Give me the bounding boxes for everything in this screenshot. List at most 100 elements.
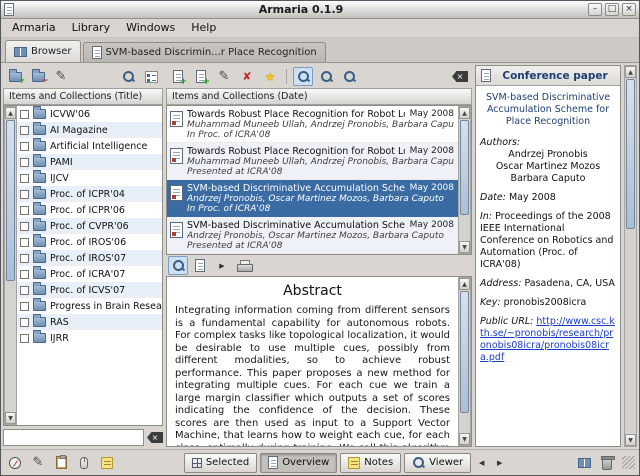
collection-row[interactable]: ICVW'06: [17, 106, 162, 122]
notes-view-button[interactable]: Notes: [340, 452, 402, 473]
abstract-view-button[interactable]: [168, 256, 188, 275]
scroll-up-button[interactable]: ▲: [459, 107, 470, 119]
collection-checkbox[interactable]: [20, 269, 29, 279]
menu-help[interactable]: Help: [183, 19, 224, 37]
overview-view-button[interactable]: Overview: [260, 452, 338, 473]
menu-armaria[interactable]: Armaria: [4, 19, 64, 37]
collection-row[interactable]: Proc. of ICRA'07: [17, 266, 162, 282]
library-button[interactable]: [574, 453, 594, 472]
print-button[interactable]: [234, 256, 254, 275]
collection-checkbox[interactable]: [20, 285, 29, 295]
collection-checkbox[interactable]: [20, 189, 29, 199]
item-date: May 2008: [409, 183, 454, 193]
scroll-track[interactable]: [459, 290, 470, 433]
items-column-header[interactable]: Items and Collections (Date): [166, 88, 472, 105]
scroll-up-button[interactable]: ▲: [625, 66, 636, 78]
scroll-up-button[interactable]: ▲: [5, 107, 16, 119]
scroll-down-button[interactable]: ▼: [459, 241, 470, 253]
favorite-button[interactable]: ★: [260, 67, 280, 86]
nav-left-button[interactable]: ◀: [474, 455, 489, 471]
maximize-button[interactable]: □: [605, 3, 619, 16]
edit-item-button[interactable]: ✎: [214, 67, 234, 86]
edit-tool-button[interactable]: ✎: [28, 453, 48, 472]
selected-view-button[interactable]: Selected: [183, 452, 258, 473]
resize-grip[interactable]: [622, 456, 635, 469]
minimize-button[interactable]: –: [588, 3, 602, 16]
item-row[interactable]: SVM-based Discriminative Accumulation Sc…: [167, 217, 458, 254]
collection-checkbox[interactable]: [20, 317, 29, 327]
collection-checkbox[interactable]: [20, 237, 29, 247]
filter-columns-button[interactable]: [141, 67, 161, 86]
author-name: Andrzej Pronobis: [508, 149, 588, 160]
tab-browser[interactable]: Browser: [5, 40, 81, 62]
search-mode-button[interactable]: [293, 67, 313, 86]
clipboard-tool-button[interactable]: [51, 453, 71, 472]
item-row-selected[interactable]: SVM-based Discriminative Accumulation Sc…: [167, 180, 458, 217]
collection-checkbox[interactable]: [20, 333, 29, 343]
scroll-track[interactable]: [5, 119, 16, 412]
trash-button[interactable]: [597, 453, 617, 472]
scroll-thumb[interactable]: [626, 79, 635, 229]
tab-document[interactable]: SVM-based Discrimin...r Place Recognitio…: [82, 42, 326, 62]
delete-item-button[interactable]: ✘: [237, 67, 257, 86]
collection-row[interactable]: Progress in Brain Research: [17, 298, 162, 314]
collection-checkbox[interactable]: [20, 173, 29, 183]
collection-row[interactable]: Proc. of IROS'06: [17, 234, 162, 250]
item-row[interactable]: Towards Robust Place Recognition for Rob…: [167, 106, 458, 143]
collection-row[interactable]: Proc. of ICVS'07: [17, 282, 162, 298]
collection-checkbox[interactable]: [20, 253, 29, 263]
collection-row[interactable]: AI Magazine: [17, 122, 162, 138]
remove-collection-button[interactable]: −: [28, 67, 49, 86]
collections-filter-input[interactable]: [3, 429, 144, 446]
collection-row[interactable]: Proc. of IROS'07: [17, 250, 162, 266]
notes-view-button[interactable]: [190, 256, 210, 275]
scroll-down-button[interactable]: ▼: [5, 412, 16, 424]
mouse-tool-button[interactable]: [74, 453, 94, 472]
collection-checkbox[interactable]: [20, 125, 29, 135]
nav-right-button[interactable]: ▶: [492, 455, 507, 471]
collection-row[interactable]: Proc. of ICPR'04: [17, 186, 162, 202]
collection-checkbox[interactable]: [20, 109, 29, 119]
search-collections-button[interactable]: [118, 67, 138, 86]
add-collection-button[interactable]: +: [5, 67, 26, 86]
scroll-down-button[interactable]: ▼: [625, 434, 636, 446]
collection-row[interactable]: Proc. of ICPR'06: [17, 202, 162, 218]
filter-search-button[interactable]: [339, 67, 359, 86]
collection-row[interactable]: PAMI: [17, 154, 162, 170]
item-row[interactable]: Towards Robust Place Recognition for Rob…: [167, 143, 458, 180]
scroll-thumb[interactable]: [460, 120, 469, 216]
close-button[interactable]: ×: [622, 3, 636, 16]
collection-row[interactable]: RAS: [17, 314, 162, 330]
scroll-thumb[interactable]: [460, 291, 469, 413]
collection-checkbox[interactable]: [20, 301, 29, 311]
scroll-track[interactable]: [625, 78, 636, 434]
advanced-search-button[interactable]: [316, 67, 336, 86]
collection-row[interactable]: IJCV: [17, 170, 162, 186]
scroll-up-button[interactable]: ▲: [459, 278, 470, 290]
scroll-down-button[interactable]: ▼: [459, 433, 470, 445]
items-listwrap: Towards Robust Place Recognition for Rob…: [166, 105, 472, 255]
scroll-thumb[interactable]: [6, 120, 15, 282]
collection-row[interactable]: Proc. of CVPR'06: [17, 218, 162, 234]
collection-checkbox[interactable]: [20, 205, 29, 215]
collection-checkbox[interactable]: [20, 157, 29, 167]
clear-search-button[interactable]: ×: [450, 67, 470, 86]
collection-row[interactable]: Artificial Intelligence: [17, 138, 162, 154]
item-date: May 2008: [409, 109, 454, 119]
scroll-track[interactable]: [459, 119, 470, 241]
add-to-collection-button[interactable]: +: [191, 67, 211, 87]
collection-checkbox[interactable]: [20, 141, 29, 151]
collection-checkbox[interactable]: [20, 221, 29, 231]
collections-column-header[interactable]: Items and Collections (Title): [3, 88, 163, 105]
clear-filter-icon[interactable]: ×: [147, 432, 163, 443]
menu-library[interactable]: Library: [64, 19, 118, 37]
compass-tool-button[interactable]: [5, 453, 25, 472]
collection-label: ICVW'06: [50, 108, 91, 120]
new-item-button[interactable]: +: [168, 67, 188, 87]
viewer-view-button[interactable]: Viewer: [404, 452, 472, 473]
menu-windows[interactable]: Windows: [118, 19, 183, 37]
note-tool-button[interactable]: [97, 453, 117, 472]
edit-collection-button[interactable]: ✎: [51, 67, 71, 86]
collection-row[interactable]: IJRR: [17, 330, 162, 346]
export-button[interactable]: ▶: [212, 256, 232, 275]
